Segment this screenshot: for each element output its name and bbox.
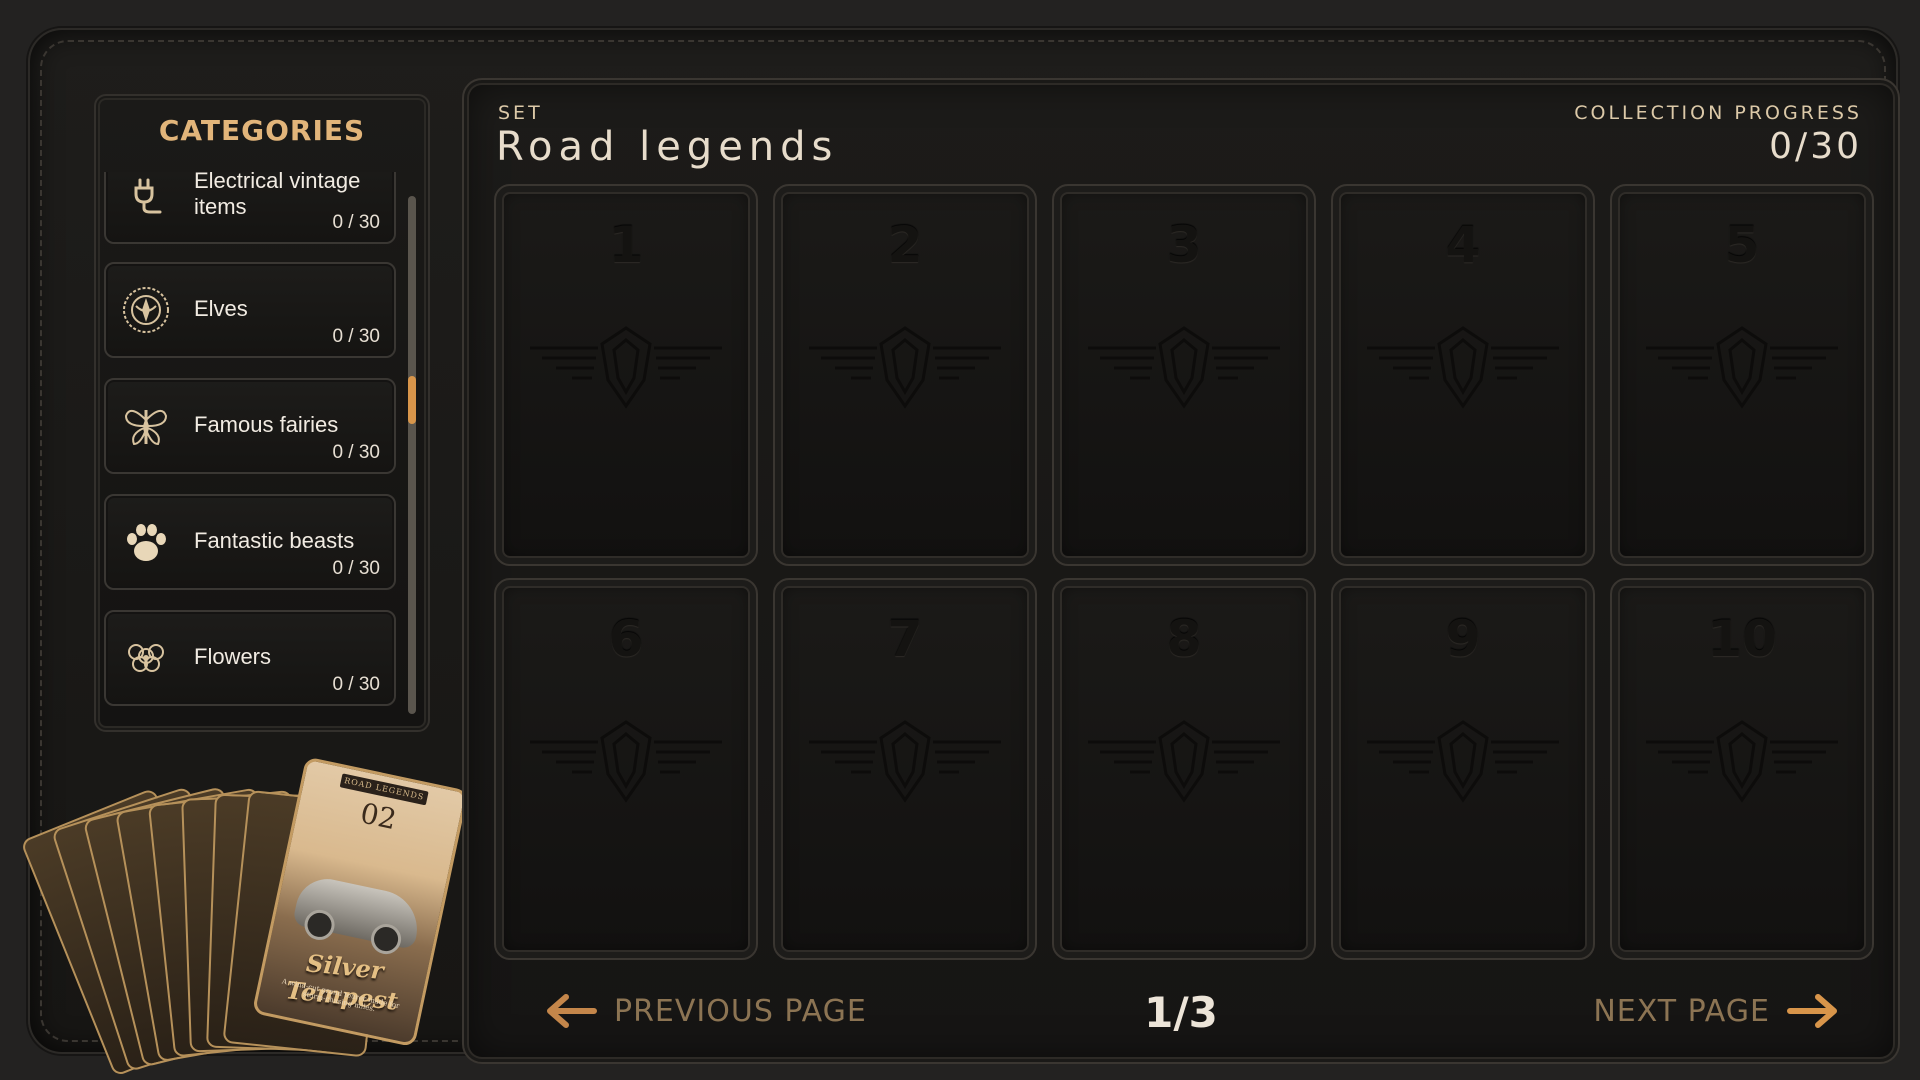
card-album: CATEGORIES Electrical vintage items 0 / …: [20, 28, 1900, 1077]
slot-number: 3: [1166, 216, 1202, 274]
category-item-famous-fairies[interactable]: Famous fairies 0 / 30: [104, 378, 396, 474]
slot-number: 5: [1724, 216, 1760, 274]
winged-shield-emblem-icon: [530, 720, 722, 803]
winged-shield-emblem-icon: [1646, 326, 1838, 409]
slot-number: 2: [887, 216, 923, 274]
slot-number: 1: [608, 216, 644, 274]
winged-shield-emblem-icon: [1367, 720, 1559, 803]
collection-page: SET Road legends COLLECTION PROGRESS 0/3…: [462, 78, 1900, 1064]
slot-number: 4: [1445, 216, 1481, 274]
set-label: SET: [498, 102, 543, 124]
card-slot[interactable]: 1: [494, 184, 758, 566]
card-slot-grid: 1 2 3 4 5 6 7 8 9 10: [494, 184, 1874, 960]
category-label: Fantastic beasts: [194, 528, 355, 553]
category-count: 0 / 30: [332, 674, 380, 695]
plug-icon: [118, 172, 174, 224]
elf-crest-icon: [118, 282, 174, 338]
card-slot[interactable]: 5: [1610, 184, 1874, 566]
category-item-flowers[interactable]: Flowers 0 / 30: [104, 610, 396, 706]
slot-number: 8: [1166, 610, 1202, 668]
category-item-fantastic-beasts[interactable]: Fantastic beasts 0 / 30: [104, 494, 396, 590]
categories-panel: CATEGORIES Electrical vintage items 0 / …: [94, 94, 430, 732]
arrow-right-icon: [1787, 994, 1837, 1028]
pagination-bar: PREVIOUS PAGE 1/3 NEXT PAGE: [464, 986, 1898, 1037]
winged-shield-emblem-icon: [1088, 720, 1280, 803]
card-slot[interactable]: 7: [773, 578, 1037, 960]
category-count: 0 / 30: [332, 212, 380, 233]
category-item-electrical-vintage-items[interactable]: Electrical vintage items 0 / 30: [104, 172, 396, 244]
next-page-button[interactable]: NEXT PAGE: [1593, 986, 1840, 1036]
winged-shield-emblem-icon: [530, 326, 722, 409]
card-slot[interactable]: 3: [1052, 184, 1316, 566]
collection-progress-label: COLLECTION PROGRESS: [1574, 102, 1862, 124]
card-deck-illustration: ROAD LEGENDS 02 Silver Tempest A wind-cu…: [20, 730, 469, 1077]
card-slot[interactable]: 9: [1331, 578, 1595, 960]
winged-shield-emblem-icon: [1646, 720, 1838, 803]
categories-scrollbar[interactable]: [408, 196, 416, 714]
winged-shield-emblem-icon: [809, 326, 1001, 409]
next-page-label: NEXT PAGE: [1593, 993, 1770, 1029]
card-slot[interactable]: 10: [1610, 578, 1874, 960]
winged-shield-emblem-icon: [1088, 326, 1280, 409]
category-label: Famous fairies: [194, 412, 339, 437]
slot-number: 9: [1445, 610, 1481, 668]
left-page: CATEGORIES Electrical vintage items 0 / …: [20, 70, 469, 1077]
card-slot[interactable]: 4: [1331, 184, 1595, 566]
vintage-car-image: [292, 873, 425, 950]
slot-number: 10: [1707, 610, 1777, 668]
categories-list[interactable]: Electrical vintage items 0 / 30 Elves 0 …: [104, 172, 396, 720]
slot-number: 6: [608, 610, 644, 668]
set-title: Road legends: [496, 124, 839, 170]
category-label: Elves: [194, 296, 248, 321]
category-count: 0 / 30: [332, 442, 380, 463]
card-slot[interactable]: 8: [1052, 578, 1316, 960]
paw-icon: [118, 514, 174, 570]
category-count: 0 / 30: [332, 558, 380, 579]
card-slot[interactable]: 6: [494, 578, 758, 960]
winged-shield-emblem-icon: [809, 720, 1001, 803]
scrollbar-thumb[interactable]: [408, 376, 416, 424]
categories-title: CATEGORIES: [158, 114, 366, 147]
fairy-wings-icon: [118, 398, 174, 454]
collection-progress-value: 0/30: [1769, 126, 1862, 167]
category-label: Flowers: [194, 644, 272, 669]
category-item-elves[interactable]: Elves 0 / 30: [104, 262, 396, 358]
winged-shield-emblem-icon: [1367, 326, 1559, 409]
slot-number: 7: [887, 610, 923, 668]
category-count: 0 / 30: [332, 326, 380, 347]
card-slot[interactable]: 2: [773, 184, 1037, 566]
flower-icon: [118, 630, 174, 686]
